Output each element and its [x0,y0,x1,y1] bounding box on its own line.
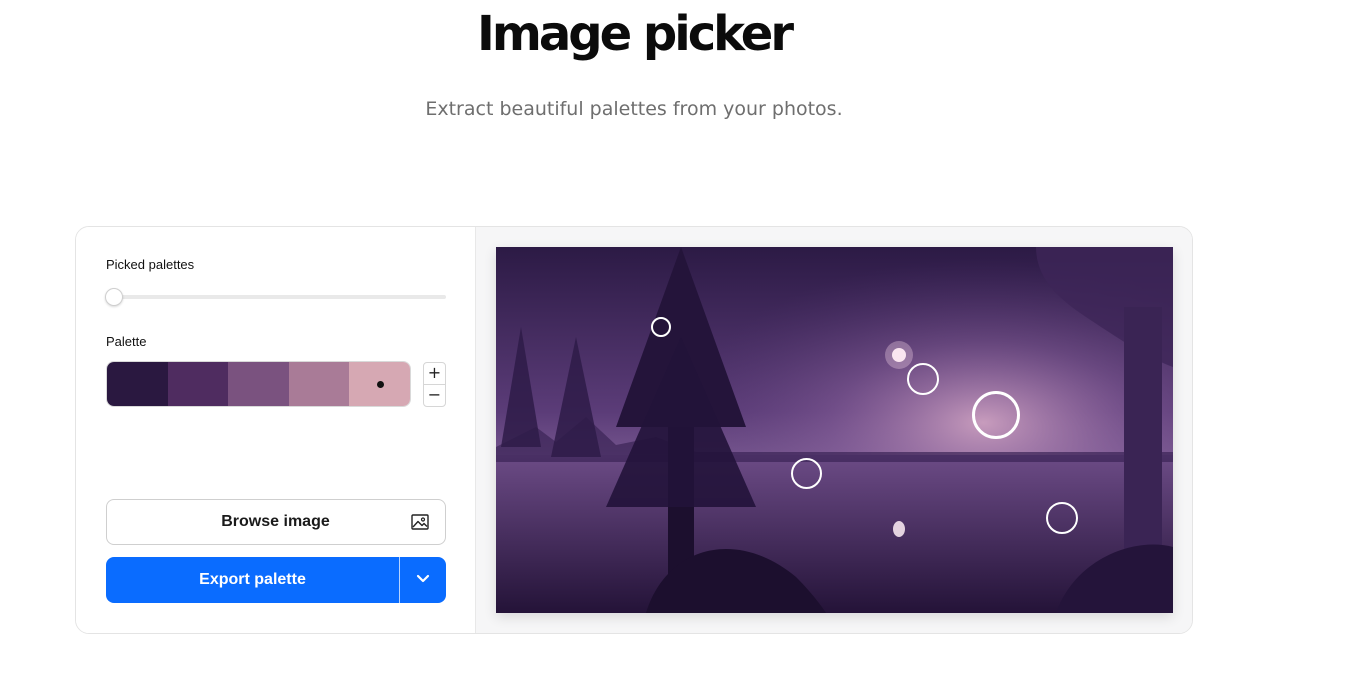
swatch-4[interactable] [288,362,350,406]
picker-handle-1[interactable] [651,317,671,337]
picker-handle-4[interactable] [791,458,822,489]
palette-size-stepper: + − [423,362,446,407]
page-subtitle: Extract beautiful palettes from your pho… [425,98,843,120]
selected-swatch-indicator [376,381,384,388]
swatch-5[interactable] [349,362,410,406]
picked-palettes-slider-thumb[interactable] [105,288,123,306]
image-icon [411,513,429,536]
page-title: Image picker [476,6,794,62]
palette-swatches [106,361,411,407]
chevron-down-icon [416,571,430,589]
browse-image-label: Browse image [221,513,330,530]
decrease-colors-button[interactable]: − [424,385,445,406]
controls-panel: Picked palettes Palette + − Browse image [76,227,476,633]
export-options-button[interactable] [400,557,446,603]
source-image[interactable] [496,247,1173,613]
swatch-2[interactable] [167,362,229,406]
export-palette-button[interactable]: Export palette [106,557,400,603]
palette-label: Palette [106,334,147,349]
browse-image-button[interactable]: Browse image [106,499,446,545]
picker-handle-5[interactable] [1046,502,1078,534]
picked-palettes-slider-track[interactable] [106,295,446,299]
swatch-1[interactable] [107,362,168,406]
picker-handle-2[interactable] [907,363,939,395]
image-panel [476,227,1192,633]
picker-card: Picked palettes Palette + − Browse image [75,226,1193,634]
picked-palettes-label: Picked palettes [106,257,195,272]
increase-colors-button[interactable]: + [424,363,445,385]
picker-handle-3[interactable] [972,391,1020,439]
swatch-3[interactable] [228,362,289,406]
export-palette-button-group: Export palette [106,557,446,603]
